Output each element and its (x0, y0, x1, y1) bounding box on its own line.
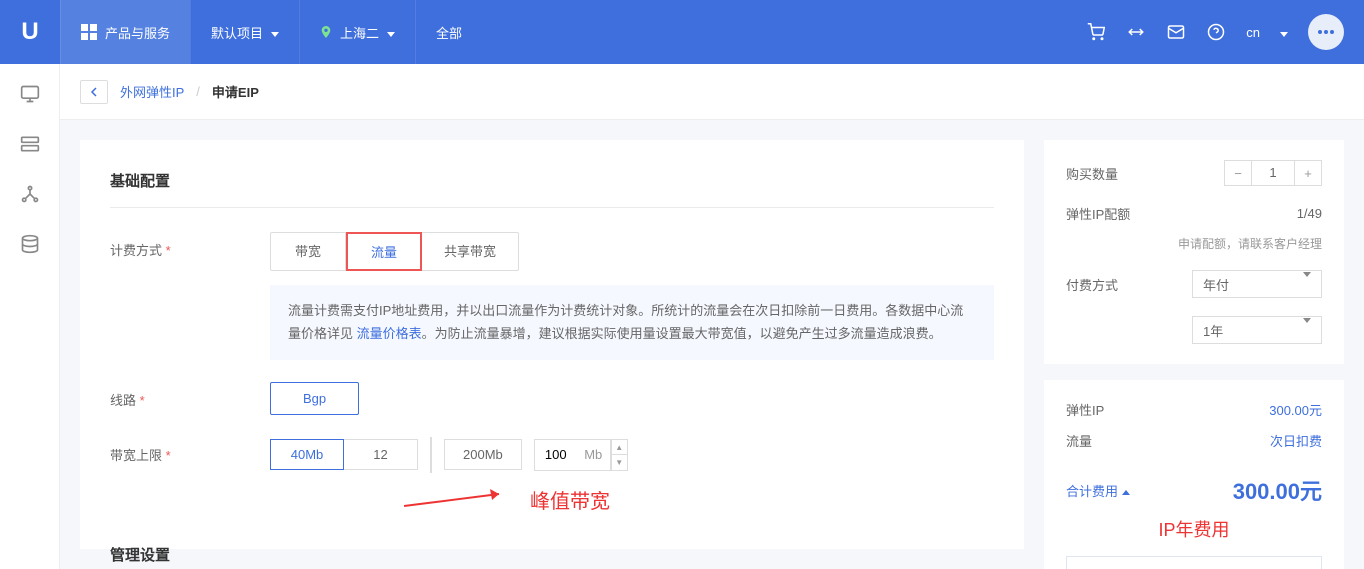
nav-region[interactable]: 上海二 (299, 0, 415, 64)
chevron-down-icon (387, 25, 395, 40)
nav-products[interactable]: 产品与服务 (60, 0, 190, 64)
qty-minus-button[interactable]: − (1225, 161, 1251, 185)
qty-label: 购买数量 (1066, 164, 1118, 183)
user-avatar[interactable] (1308, 14, 1344, 50)
chevron-down-icon (1303, 277, 1311, 292)
duration-value: 1年 (1203, 321, 1223, 340)
nav-project[interactable]: 默认项目 (190, 0, 299, 64)
breadcrumb-separator: / (196, 84, 200, 99)
billing-option-shared[interactable]: 共享带宽 (422, 232, 519, 271)
pay-method-value: 年付 (1203, 275, 1229, 294)
monitor-icon[interactable] (20, 84, 40, 104)
price-eip-label: 弹性IP (1066, 400, 1104, 419)
bandwidth-custom-input: Mb ▲ ▼ (534, 439, 628, 471)
total-label[interactable]: 合计费用 (1066, 481, 1130, 500)
nav-all[interactable]: 全部 (415, 0, 482, 64)
price-traffic-value: 次日扣费 (1270, 431, 1322, 450)
price-table-link[interactable]: 流量价格表 (357, 326, 422, 341)
logo[interactable]: U (0, 0, 60, 64)
bw-option-200[interactable]: 200Mb (444, 439, 522, 470)
bandwidth-limit-label: 带宽上限 (110, 437, 270, 464)
left-rail (0, 64, 60, 569)
info-text-2: 。为防止流量暴增，建议根据实际使用量设置最大带宽值，以避免产生过多流量造成浪费。 (422, 326, 942, 341)
chevron-left-icon (89, 87, 99, 97)
price-tip: 仅计算了EIP费用，流量费用将根据当日使用情况在次日结算 (1066, 556, 1322, 569)
price-eip-value: 300.00元 (1269, 400, 1322, 419)
quota-note: 申请配额，请联系客户经理 (1066, 235, 1322, 252)
duration-select[interactable]: 1年 (1192, 316, 1322, 344)
divider (430, 437, 432, 473)
back-button[interactable] (80, 80, 108, 104)
breadcrumb-parent[interactable]: 外网弹性IP (120, 82, 184, 101)
top-header: U 产品与服务 默认项目 上海二 全部 cn (0, 0, 1364, 64)
chevron-down-icon (1280, 25, 1288, 40)
annotation-peak: 峰值带宽 (404, 485, 994, 514)
annotation-peak-text: 峰值带宽 (530, 485, 610, 514)
bw-option-12[interactable]: 12 (344, 439, 418, 470)
caret-up-icon (1122, 483, 1130, 498)
bandwidth-unit: Mb (577, 440, 611, 470)
dots-icon (1317, 29, 1335, 35)
billing-option-traffic[interactable]: 流量 (346, 232, 422, 271)
section-basic-title: 基础配置 (110, 170, 994, 208)
billing-segment-group: 带宽 流量 共享带宽 (270, 232, 994, 271)
section-manage-title: 管理设置 (110, 544, 994, 569)
chevron-down-icon (271, 25, 279, 40)
transfer-icon[interactable] (1126, 22, 1146, 42)
side-config-card: 购买数量 − 1 + 弹性IP配额 1/49 申请配额，请联系客户经理 付费方式 (1044, 140, 1344, 364)
line-option-bgp[interactable]: Bgp (270, 382, 359, 415)
grid-icon (81, 24, 97, 40)
quota-label: 弹性IP配额 (1066, 204, 1130, 223)
nav-all-label: 全部 (436, 23, 462, 42)
nav-products-label: 产品与服务 (105, 23, 170, 42)
network-icon[interactable] (20, 184, 40, 204)
line-label: 线路 (110, 382, 270, 409)
bandwidth-preset-group: 40Mb 12 (270, 439, 418, 470)
pay-method-select[interactable]: 年付 (1192, 270, 1322, 298)
bandwidth-value-input[interactable] (535, 440, 577, 470)
breadcrumb-bar: 外网弹性IP / 申请EIP (60, 64, 1364, 120)
nav-region-label: 上海二 (340, 23, 379, 42)
billing-label: 计费方式 (110, 232, 270, 259)
location-icon (320, 26, 332, 38)
lang-label[interactable]: cn (1246, 25, 1260, 40)
bandwidth-step-down[interactable]: ▼ (611, 455, 627, 470)
qty-value[interactable]: 1 (1251, 161, 1295, 185)
price-card: 弹性IP 300.00元 流量 次日扣费 合计费用 300.00元 (1044, 380, 1344, 569)
database-icon[interactable] (20, 234, 40, 254)
nav-project-label: 默认项目 (211, 23, 263, 42)
side-panel: 购买数量 − 1 + 弹性IP配额 1/49 申请配额，请联系客户经理 付费方式 (1044, 140, 1344, 549)
form-panel: 基础配置 计费方式 带宽 流量 共享带宽 流量计费需支付IP地址费用，并以出口流… (80, 140, 1024, 549)
billing-info-box: 流量计费需支付IP地址费用，并以出口流量作为计费统计对象。所统计的流量会在次日扣… (270, 285, 994, 360)
annotation-ip-annual: IP年费用 (1066, 516, 1322, 542)
chevron-down-icon (1303, 323, 1311, 338)
total-amount: 300.00元 (1233, 474, 1322, 506)
bw-option-40[interactable]: 40Mb (270, 439, 344, 470)
quota-value: 1/49 (1297, 206, 1322, 221)
bandwidth-step-up[interactable]: ▲ (611, 440, 627, 456)
billing-option-bandwidth[interactable]: 带宽 (270, 232, 346, 271)
pay-method-label: 付费方式 (1066, 275, 1118, 294)
server-icon[interactable] (20, 134, 40, 154)
help-icon[interactable] (1206, 22, 1226, 42)
cart-icon[interactable] (1086, 22, 1106, 42)
mail-icon[interactable] (1166, 22, 1186, 42)
qty-stepper: − 1 + (1224, 160, 1322, 186)
qty-plus-button[interactable]: + (1295, 161, 1321, 185)
price-traffic-label: 流量 (1066, 431, 1092, 450)
arrow-icon (404, 486, 514, 512)
breadcrumb-current: 申请EIP (212, 82, 259, 101)
